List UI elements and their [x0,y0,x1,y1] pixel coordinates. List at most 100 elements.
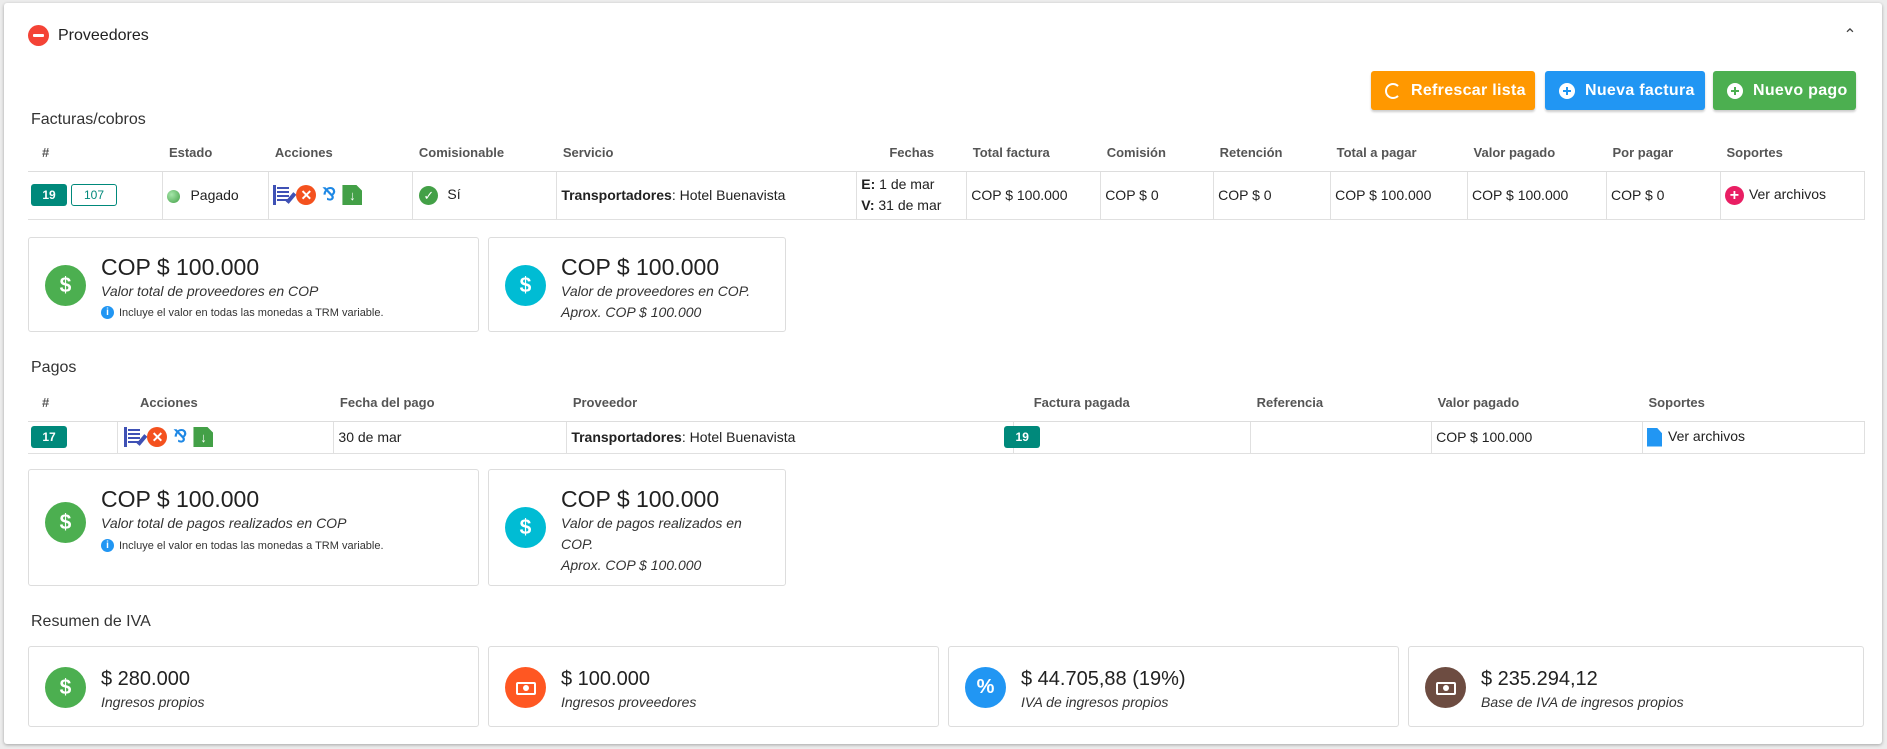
card-label: Valor de pagos realizados en [561,515,742,531]
col-header: Fecha del pago [333,385,567,422]
invoices-section-title: Facturas/cobros [31,111,146,128]
payment-id-chip[interactable]: 17 [31,426,67,448]
pdf-icon[interactable]: ⅋ [319,185,339,205]
new-payment-button[interactable]: Nuevo pago [1713,71,1856,110]
col-header: Comisionable [412,135,557,172]
card-label: Ingresos proveedores [561,694,697,710]
payments-section-title: Pagos [31,359,77,376]
refresh-icon [1385,82,1401,99]
supports-text[interactable]: Ver archivos [1749,186,1826,202]
dollar-icon: $ [505,265,546,306]
iva-own-income-card: $ $ 280.000 Ingresos propios [28,646,479,727]
card-label: Valor total de pagos realizados en COP [101,515,347,531]
card-value: $ 235.294,12 [1481,668,1598,690]
card-label: Valor de proveedores en COP. [561,283,751,299]
dollar-icon: $ [45,667,86,708]
status-text: Pagado [190,187,239,203]
card-label: Valor total de proveedores en COP [101,283,319,299]
col-header: Acciones [268,135,413,172]
commissionable-text: Sí [447,185,461,202]
edit-icon[interactable] [124,427,144,447]
refresh-list-label: Refrescar lista [1411,81,1526,99]
delete-icon[interactable]: ✕ [296,185,317,205]
download-icon[interactable]: ↓ [193,427,214,447]
col-header: # [28,135,163,172]
percent-icon: % [965,667,1006,708]
invoice-id-chip[interactable]: 19 [31,184,67,206]
invoice-paid: COP $ 100.000 [1467,170,1607,220]
card-value: $ 100.000 [561,668,650,690]
info-icon: i [101,306,114,319]
provider-type: Transportadores [571,429,682,445]
card-value: $ 44.705,88 (19%) [1021,668,1186,690]
date-v-label: V: [861,197,875,213]
panel-header[interactable]: Proveedores [28,25,149,46]
col-header: Proveedor [566,385,1014,422]
payment-date: 30 de mar [333,420,568,454]
delete-icon[interactable]: ✕ [147,427,168,447]
card-approx: Aprox. COP $ 100.000 [561,304,702,320]
supports-text[interactable]: Ver archivos [1668,428,1745,444]
invoices-cop-card: $ COP $ 100.000 Valor de proveedores en … [488,237,786,332]
iva-base-card: $ 235.294,12 Base de IVA de ingresos pro… [1408,646,1864,727]
iva-section-title: Resumen de IVA [31,613,151,630]
payments-table: # Acciones Fecha del pago Proveedor Fact… [28,385,1865,454]
card-approx: Aprox. COP $ 100.000 [561,557,702,573]
col-header: Retención [1213,135,1331,172]
new-payment-label: Nuevo pago [1753,81,1848,99]
new-invoice-label: Nueva factura [1585,81,1695,99]
info-icon: i [101,539,114,552]
status-dot-icon [167,189,181,203]
card-value: COP $ 100.000 [101,486,260,512]
col-header: Soportes [1642,385,1865,422]
date-e-label: E: [861,176,876,192]
dollar-icon: $ [45,502,86,543]
service-name: Hotel Buenavista [675,187,786,203]
refresh-list-button[interactable]: Refrescar lista [1371,71,1535,110]
edit-icon[interactable] [273,185,293,205]
bill-icon [1425,667,1466,708]
payments-total-card: $ COP $ 100.000 Valor total de pagos rea… [28,469,479,586]
add-circle-icon[interactable]: + [1724,185,1744,205]
card-note: Incluye el valor en todas las monedas a … [119,306,384,319]
col-header: Valor pagado [1467,135,1607,172]
document-icon[interactable] [1647,427,1663,447]
invoices-total-card: $ COP $ 100.000 Valor total de proveedor… [28,237,479,332]
invoice-commission: COP $ 0 [1100,170,1215,220]
plus-circle-icon [1559,82,1575,99]
col-header: Factura pagada [1013,385,1251,422]
card-label-cont: COP. [561,536,594,552]
card-value: COP $ 100.000 [561,486,720,512]
date-e: 1 de mar [875,176,935,192]
paid-invoice-chip[interactable]: 19 [1004,426,1041,448]
col-header: Valor pagado [1431,385,1643,422]
download-icon[interactable]: ↓ [342,185,363,205]
supports-link[interactable]: + Ver archivos [1719,170,1866,220]
dollar-icon: $ [505,507,546,548]
col-header: Total factura [966,135,1101,172]
invoice-ref-chip[interactable]: 107 [71,184,117,206]
bill-icon [505,667,546,708]
minus-circle-icon[interactable] [28,25,49,46]
col-header: # [28,385,118,422]
invoice-pending: COP $ 0 [1606,170,1721,220]
card-label: Base de IVA de ingresos propios [1481,694,1684,710]
col-header: Total a pagar [1330,135,1468,172]
card-value: $ 280.000 [101,668,190,690]
col-header: Estado [162,135,269,172]
card-value: COP $ 100.000 [101,254,260,280]
panel-title: Proveedores [58,26,149,44]
pdf-icon[interactable]: ⅋ [170,427,190,447]
card-value: COP $ 100.000 [561,254,720,280]
supports-link[interactable]: Ver archivos [1642,420,1865,454]
payments-cop-card: $ COP $ 100.000 Valor de pagos realizado… [488,469,786,586]
chevron-up-icon[interactable]: ⌃ [1840,25,1860,45]
iva-provider-income-card: $ 100.000 Ingresos proveedores [488,646,939,727]
invoice-total: COP $ 100.000 [966,170,1102,220]
col-header: Por pagar [1606,135,1721,172]
plus-circle-icon [1727,82,1743,99]
card-label: IVA de ingresos propios [1021,694,1169,710]
date-v: 31 de mar [874,197,942,213]
new-invoice-button[interactable]: Nueva factura [1545,71,1705,110]
card-note: Incluye el valor en todas las monedas a … [119,539,384,552]
